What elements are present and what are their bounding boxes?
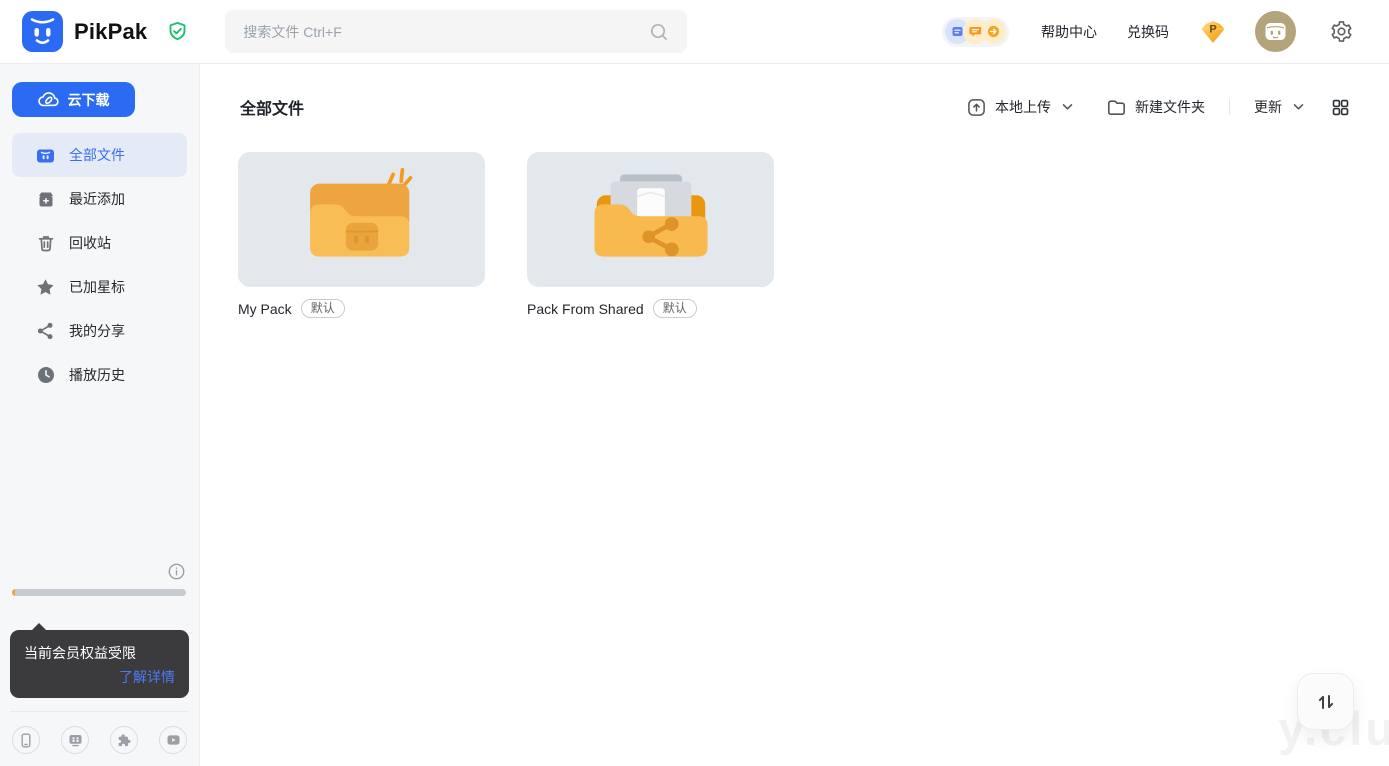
chevron-down-icon: [1062, 103, 1073, 111]
sidebar-item-trash[interactable]: 回收站: [12, 221, 187, 265]
folder-card-my-pack[interactable]: My Pack 默认: [238, 152, 485, 318]
video-player-icon[interactable]: [159, 726, 187, 754]
search-bar[interactable]: [225, 10, 687, 53]
sidebar-item-play-history[interactable]: 播放历史: [12, 353, 187, 397]
brand-name: PikPak: [74, 19, 147, 45]
trash-icon: [36, 234, 55, 252]
sidebar-item-my-shares[interactable]: 我的分享: [12, 309, 187, 353]
sidebar-item-label: 我的分享: [69, 321, 125, 341]
sidebar-item-all-files[interactable]: 全部文件: [12, 133, 187, 177]
storage-progress-bar: [12, 589, 186, 596]
sidebar-item-recent[interactable]: 最近添加: [12, 177, 187, 221]
main-content: 全部文件 本地上传: [200, 64, 1389, 766]
avatar[interactable]: [1255, 11, 1296, 52]
shared-folder-illustration: [576, 165, 726, 275]
folder-name: Pack From Shared: [527, 301, 644, 317]
vip-gem-badge[interactable]: P: [1199, 19, 1227, 45]
default-badge: 默认: [301, 299, 345, 318]
settings-gear-icon[interactable]: [1330, 20, 1353, 43]
update-label: 更新: [1254, 97, 1282, 117]
folder-thumbnail[interactable]: [238, 152, 485, 287]
sort-button[interactable]: [1297, 673, 1354, 730]
pikpak-logo: [22, 11, 63, 52]
help-center-link[interactable]: 帮助中心: [1041, 22, 1097, 42]
star-icon: [36, 278, 55, 296]
robot-folder-illustration: [287, 165, 437, 275]
arrow-badge-icon[interactable]: [981, 19, 1006, 44]
learn-more-link[interactable]: 了解详情: [119, 667, 175, 687]
box-add-icon: [36, 191, 55, 208]
folder-thumbnail[interactable]: [527, 152, 774, 287]
sidebar-item-starred[interactable]: 已加星标: [12, 265, 187, 309]
cloud-link-icon: [38, 91, 59, 108]
page-title: 全部文件: [240, 95, 304, 119]
sidebar-divider: [10, 711, 189, 712]
app-badges: [942, 17, 1009, 47]
folder-name: My Pack: [238, 301, 292, 317]
brand: PikPak: [22, 11, 188, 52]
sidebar: 云下载 全部文件 最近添加: [0, 64, 200, 766]
local-upload-button[interactable]: 本地上传: [967, 97, 1073, 117]
sidebar-nav: 全部文件 最近添加 回收站: [0, 133, 199, 397]
pikpak-app: PikPak: [0, 0, 1389, 766]
extension-puzzle-icon[interactable]: [110, 726, 138, 754]
upload-icon: [967, 98, 986, 117]
history-icon: [36, 366, 55, 384]
storage-progress-fill: [12, 589, 15, 596]
cloud-download-button[interactable]: 云下载: [12, 82, 135, 117]
membership-tooltip: 当前会员权益受限 了解详情: [10, 630, 189, 698]
info-icon[interactable]: [168, 563, 185, 580]
share-icon: [36, 322, 55, 340]
sidebar-footer-icons: [12, 726, 187, 754]
sidebar-item-label: 回收站: [69, 233, 111, 253]
search-icon: [649, 22, 669, 42]
header-actions: 帮助中心 兑换码 P: [942, 11, 1353, 52]
cloud-download-label: 云下载: [68, 90, 110, 110]
robot-files-icon: [36, 147, 55, 164]
folder-grid: My Pack 默认: [238, 152, 1349, 318]
header: PikPak: [0, 0, 1389, 64]
update-button[interactable]: 更新: [1254, 97, 1304, 117]
folder-card-pack-from-shared[interactable]: Pack From Shared 默认: [527, 152, 774, 318]
folder-icon: [1107, 99, 1126, 116]
sort-arrows-icon: [1315, 691, 1337, 713]
svg-text:P: P: [1209, 23, 1216, 35]
search-input[interactable]: [243, 24, 649, 40]
grid-view-icon[interactable]: [1332, 99, 1349, 116]
security-shield-icon: [167, 21, 188, 42]
toolbar: 本地上传 新建文件夹 更新: [967, 97, 1349, 117]
toolbar-divider: [1229, 99, 1230, 115]
new-folder-button[interactable]: 新建文件夹: [1107, 97, 1205, 117]
local-upload-label: 本地上传: [995, 97, 1051, 117]
sidebar-item-label: 已加星标: [69, 277, 125, 297]
sidebar-item-label: 播放历史: [69, 365, 125, 385]
tooltip-text: 当前会员权益受限: [24, 643, 175, 663]
tv-app-icon[interactable]: [61, 726, 89, 754]
sidebar-item-label: 全部文件: [69, 145, 125, 165]
sidebar-item-label: 最近添加: [69, 189, 125, 209]
redeem-code-link[interactable]: 兑换码: [1127, 22, 1169, 42]
mobile-app-icon[interactable]: [12, 726, 40, 754]
default-badge: 默认: [653, 299, 697, 318]
new-folder-label: 新建文件夹: [1135, 97, 1205, 117]
chevron-down-icon: [1293, 103, 1304, 111]
